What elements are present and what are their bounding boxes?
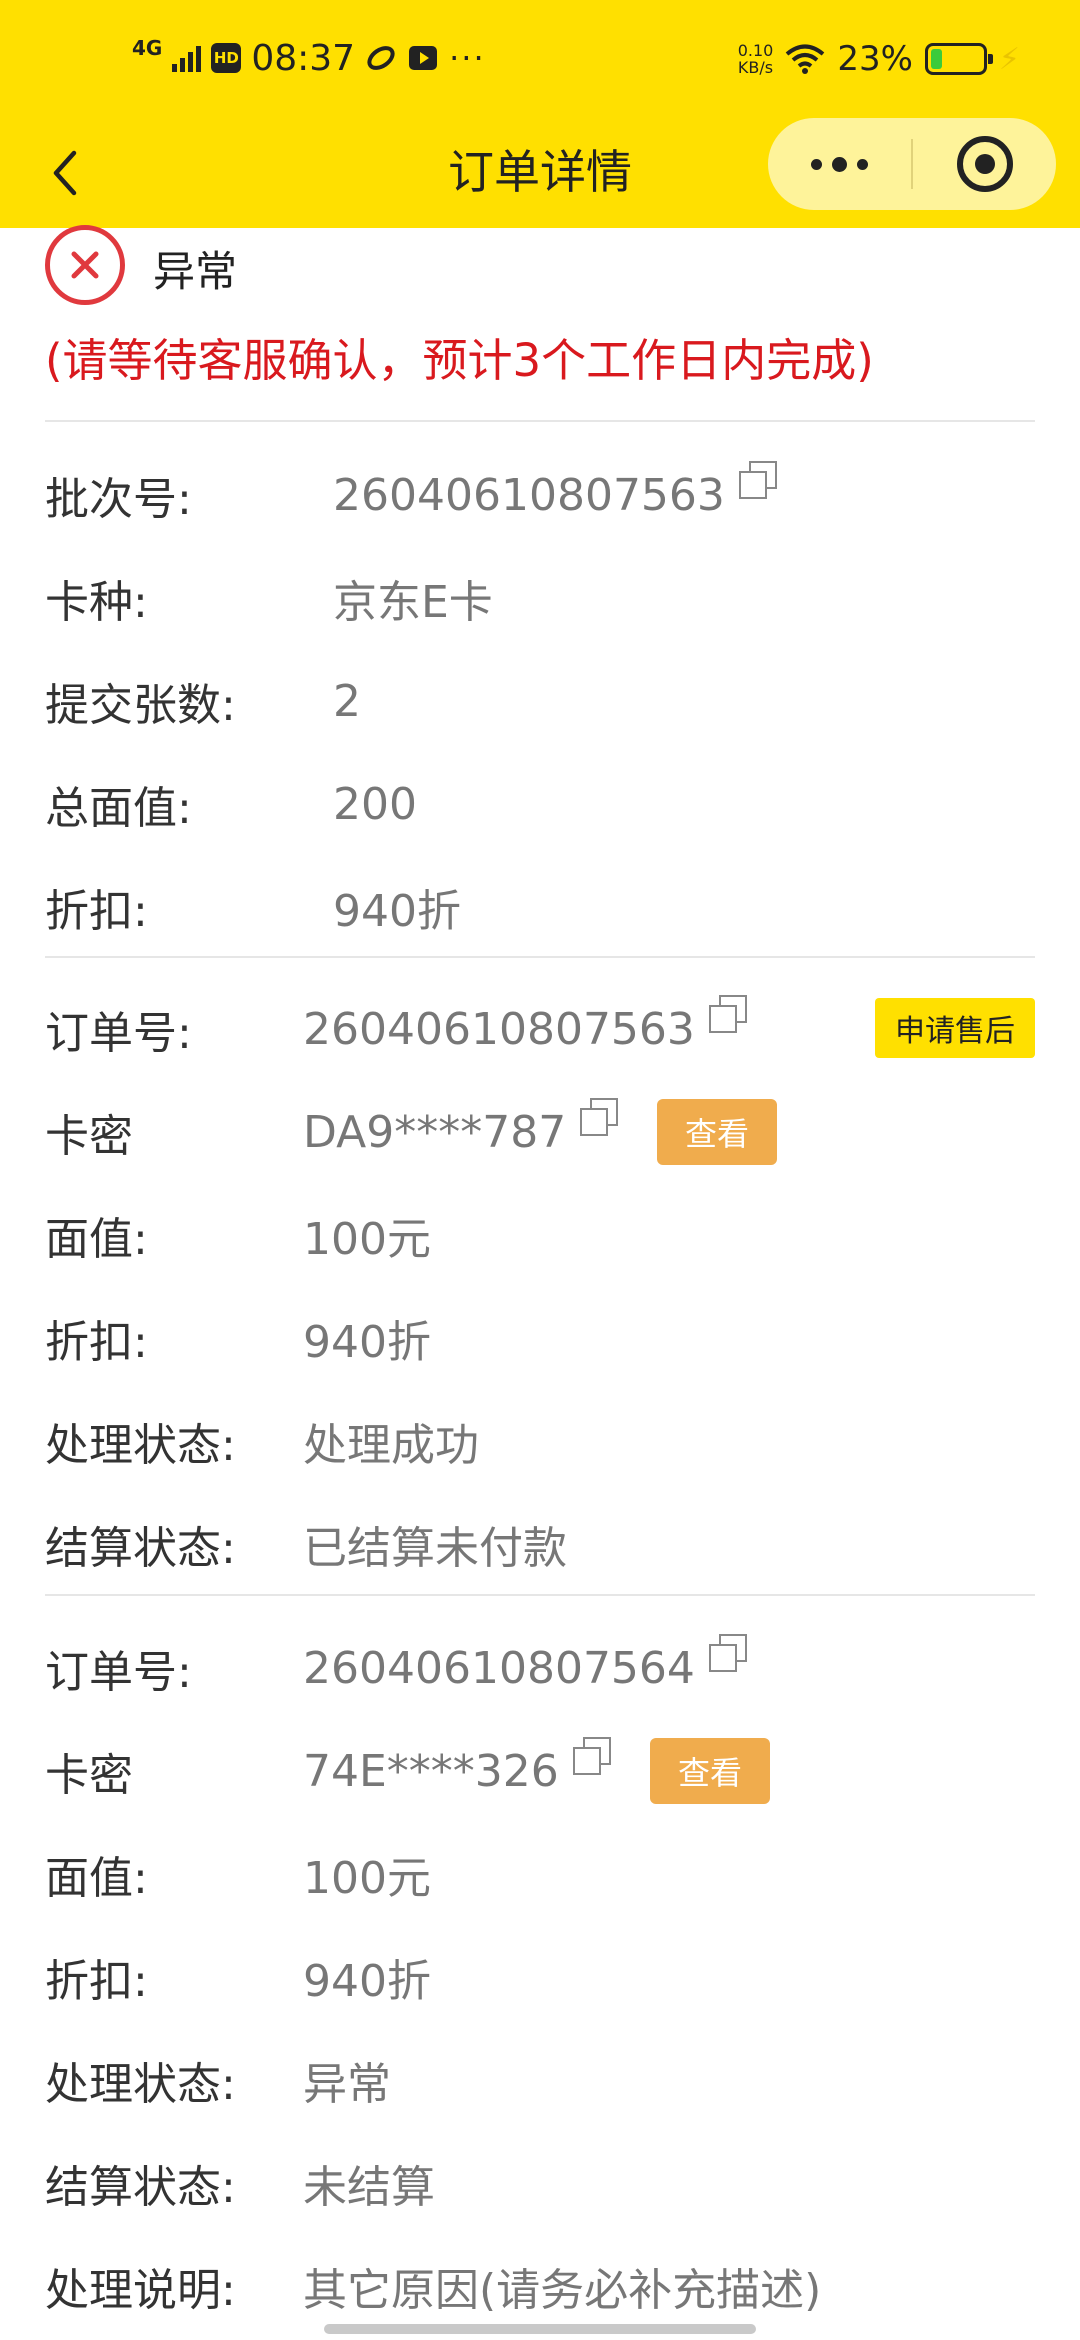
- battery-level: [930, 49, 943, 69]
- link-app-icon: [365, 42, 397, 74]
- more-button[interactable]: [768, 118, 911, 210]
- settle-status-row: 结算状态: 已结算未付款: [45, 1509, 1035, 1579]
- process-status-label: 处理状态:: [45, 2059, 236, 2110]
- card-secret-label: 卡密: [45, 1750, 133, 1801]
- face-value-value: 100元: [303, 1853, 431, 1904]
- process-status-row: 处理状态: 处理成功: [45, 1406, 1035, 1476]
- remark-row: 处理说明: 其它原因(请务必补充描述): [45, 2251, 1035, 2321]
- order-no-label: 订单号:: [45, 1008, 192, 1059]
- face-value-label: 面值:: [45, 1214, 148, 1265]
- copy-icon[interactable]: [737, 461, 779, 503]
- copy-icon[interactable]: [707, 995, 749, 1037]
- discount-label: 折扣:: [45, 1956, 148, 2007]
- batch-discount-value: 940折: [333, 886, 461, 937]
- copy-icon[interactable]: [578, 1098, 620, 1140]
- close-miniapp-button[interactable]: [913, 118, 1056, 210]
- settle-status-label: 结算状态:: [45, 1523, 236, 1574]
- order-no-value-group: 26040610807564: [303, 1634, 749, 1694]
- view-button[interactable]: 查看: [657, 1099, 777, 1165]
- batch-no-label: 批次号:: [45, 474, 192, 525]
- discount-value: 940折: [303, 1317, 431, 1368]
- order-no-label: 订单号:: [45, 1647, 192, 1698]
- card-type-row: 卡种: 京东E卡: [45, 563, 1035, 633]
- count-label: 提交张数:: [45, 680, 236, 731]
- card-secret-row: 卡密 DA9****787 查看: [45, 1097, 1035, 1167]
- card-secret-value-group: DA9****787: [303, 1098, 620, 1158]
- settle-status-row: 结算状态: 未结算: [45, 2148, 1035, 2218]
- view-button[interactable]: 查看: [650, 1738, 770, 1804]
- divider: [45, 1594, 1035, 1596]
- batch-no-row: 批次号: 26040610807563: [45, 460, 1035, 530]
- order-no-value-group: 26040610807563: [303, 995, 749, 1055]
- batch-discount-row: 折扣: 940折: [45, 872, 1035, 942]
- settle-status-value: 已结算未付款: [303, 1523, 567, 1574]
- process-status-value: 处理成功: [303, 1420, 479, 1471]
- total-label: 总面值:: [45, 783, 192, 834]
- settle-status-value: 未结算: [303, 2162, 435, 2213]
- error-icon: [45, 225, 125, 305]
- battery-percent: 23%: [837, 39, 913, 79]
- total-value: 200: [333, 778, 417, 830]
- card-secret-value: DA9****787: [303, 1106, 567, 1158]
- network-speed-unit: KB/s: [737, 58, 774, 77]
- copy-icon[interactable]: [707, 1634, 749, 1676]
- battery-icon: [924, 43, 993, 75]
- card-type-value: 京东E卡: [333, 577, 493, 628]
- after-sale-button[interactable]: 申请售后: [875, 998, 1035, 1058]
- miniapp-capsule: [768, 118, 1056, 210]
- order-no-value: 26040610807564: [303, 1642, 695, 1694]
- status-bar-left: 4G HD 08:37 ···: [132, 28, 486, 88]
- batch-no-value-group: 26040610807563: [333, 461, 779, 521]
- order-no-row: 订单号: 26040610807564: [45, 1633, 1035, 1703]
- order-status-header: 异常: [45, 225, 238, 308]
- process-status-value: 异常: [303, 2059, 391, 2110]
- batch-no-value: 26040610807563: [333, 469, 725, 521]
- discount-label: 折扣:: [45, 1317, 148, 1368]
- discount-value: 940折: [303, 1956, 431, 2007]
- divider: [45, 420, 1035, 422]
- face-value-row: 面值: 100元: [45, 1839, 1035, 1909]
- card-secret-value: 74E****326: [303, 1745, 559, 1797]
- hd-icon: HD: [211, 43, 242, 73]
- process-status-row: 处理状态: 异常: [45, 2045, 1035, 2115]
- order-status-label: 异常: [153, 246, 238, 296]
- batch-discount-label: 折扣:: [45, 886, 148, 937]
- target-icon: [956, 136, 1013, 192]
- signal-icon: [172, 44, 202, 72]
- count-row: 提交张数: 2: [45, 666, 1035, 736]
- discount-row: 折扣: 940折: [45, 1303, 1035, 1373]
- nav-bar: 订单详情: [0, 118, 1080, 228]
- status-bar: 4G HD 08:37 ··· 0.10 KB/s 23% ⚡: [0, 0, 1080, 118]
- copy-icon[interactable]: [571, 1737, 613, 1779]
- remark-label: 处理说明:: [45, 2265, 236, 2316]
- process-status-label: 处理状态:: [45, 1420, 236, 1471]
- clock-time: 08:37: [251, 37, 356, 79]
- charging-icon: ⚡: [998, 41, 1020, 77]
- count-value: 2: [333, 675, 361, 727]
- discount-row: 折扣: 940折: [45, 1942, 1035, 2012]
- network-type: 4G: [132, 36, 163, 60]
- order-no-value: 26040610807563: [303, 1003, 695, 1055]
- remark-value: 其它原因(请务必补充描述): [303, 2265, 822, 2316]
- face-value-label: 面值:: [45, 1853, 148, 1904]
- wifi-icon: [785, 43, 825, 75]
- network-speed-value: 0.10: [737, 41, 774, 60]
- total-row: 总面值: 200: [45, 769, 1035, 839]
- face-value-value: 100元: [303, 1214, 431, 1265]
- card-secret-value-group: 74E****326: [303, 1737, 613, 1797]
- video-app-icon: [407, 42, 439, 74]
- settle-status-label: 结算状态:: [45, 2162, 236, 2213]
- network-speed: 0.10 KB/s: [738, 42, 774, 76]
- divider: [45, 956, 1035, 958]
- order-status-note: (请等待客服确认，预计3个工作日内完成): [45, 334, 874, 387]
- status-bar-right: 0.10 KB/s 23% ⚡: [738, 34, 1020, 84]
- order-no-row: 订单号: 26040610807563 申请售后: [45, 994, 1035, 1064]
- card-secret-row: 卡密 74E****326 查看: [45, 1736, 1035, 1806]
- card-secret-label: 卡密: [45, 1111, 133, 1162]
- card-type-label: 卡种:: [45, 577, 148, 628]
- face-value-row: 面值: 100元: [45, 1200, 1035, 1270]
- more-notifications-icon: ···: [449, 39, 486, 77]
- home-indicator[interactable]: [324, 2324, 756, 2334]
